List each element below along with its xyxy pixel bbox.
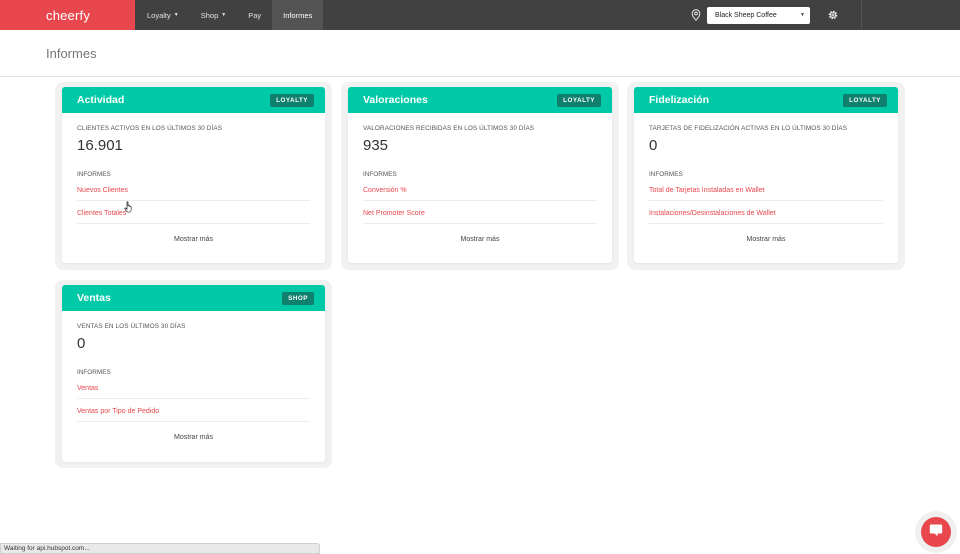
card-body: VENTAS EN LOS ÚLTIMOS 30 DÍAS 0 INFORMES…	[62, 311, 325, 441]
metric-label: TARJETAS DE FIDELIZACIÓN ACTIVAS EN LO Ú…	[649, 125, 848, 132]
metric-value: 16.901	[77, 137, 123, 154]
nav-loyalty-label: Loyalty	[147, 10, 171, 20]
hand-cursor-icon	[124, 200, 134, 213]
nav-right-group: Black Sheep Coffee ▼	[691, 0, 960, 30]
metric-value: 935	[363, 137, 389, 154]
browser-status-bar: Waiting for api.hubspot.com...	[0, 543, 320, 554]
card-badge: SHOP	[282, 291, 314, 305]
card-header: Valoraciones LOYALTY	[348, 87, 612, 113]
report-link-clientes-totales[interactable]: Clientes Totales	[77, 201, 310, 224]
reports-label: INFORMES	[363, 171, 397, 178]
reports-label: INFORMES	[649, 171, 683, 178]
top-nav: cheerfy Loyalty ▼ Shop ▼ Pay Informes Bl…	[0, 0, 960, 30]
nav-informes[interactable]: Informes	[272, 0, 324, 30]
card-header: Fidelización LOYALTY	[634, 87, 898, 113]
chevron-down-icon: ▼	[173, 12, 179, 18]
nav-shop[interactable]: Shop ▼	[190, 0, 237, 30]
card-fidelizacion-wrapper: Fidelización LOYALTY TARJETAS DE FIDELIZ…	[627, 82, 905, 270]
card-body: CLIENTES ACTIVOS EN LOS ÚLTIMOS 30 DÍAS …	[62, 113, 325, 243]
title-divider	[0, 76, 960, 77]
brand-logo[interactable]: cheerfy	[0, 0, 135, 30]
card-badge: LOYALTY	[270, 93, 314, 107]
metric-label: CLIENTES ACTIVOS EN LOS ÚLTIMOS 30 DÍAS	[77, 125, 223, 132]
report-link-conversion[interactable]: Conversión %	[363, 178, 597, 201]
report-link-ventas[interactable]: Ventas	[77, 376, 310, 399]
card-valoraciones-wrapper: Valoraciones LOYALTY VALORACIONES RECIBI…	[341, 82, 619, 270]
card-body: VALORACIONES RECIBIDAS EN LOS ÚLTIMOS 30…	[348, 113, 612, 243]
card-title: Fidelización	[649, 94, 710, 106]
nav-pay[interactable]: Pay	[237, 0, 272, 30]
card-actividad: Actividad LOYALTY CLIENTES ACTIVOS EN LO…	[62, 87, 325, 263]
card-title: Ventas	[77, 292, 111, 304]
card-header: Actividad LOYALTY	[62, 87, 325, 113]
nav-divider	[861, 0, 862, 30]
metric-label: VENTAS EN LOS ÚLTIMOS 30 DÍAS	[77, 323, 186, 330]
show-more-button[interactable]: Mostrar más	[77, 224, 310, 243]
card-ventas-wrapper: Ventas SHOP VENTAS EN LOS ÚLTIMOS 30 DÍA…	[55, 280, 332, 468]
chevron-down-icon: ▼	[800, 12, 805, 18]
card-header: Ventas SHOP	[62, 285, 325, 311]
card-badge: LOYALTY	[843, 93, 887, 107]
nav-shop-label: Shop	[200, 10, 219, 20]
card-fidelizacion: Fidelización LOYALTY TARJETAS DE FIDELIZ…	[634, 87, 898, 263]
card-body: TARJETAS DE FIDELIZACIÓN ACTIVAS EN LO Ú…	[634, 113, 898, 243]
chat-icon	[928, 522, 944, 543]
card-actividad-wrapper: Actividad LOYALTY CLIENTES ACTIVOS EN LO…	[55, 82, 332, 270]
show-more-button[interactable]: Mostrar más	[649, 224, 883, 243]
reports-label: INFORMES	[77, 171, 111, 178]
nav-informes-label: Informes	[283, 10, 313, 20]
page-title: Informes	[46, 46, 97, 61]
metric-value: 0	[649, 137, 658, 154]
metric-value: 0	[77, 335, 86, 352]
report-link-instalaciones-desinstalaciones[interactable]: Instalaciones/Desinstalaciones de Wallet	[649, 201, 883, 224]
store-select[interactable]: Black Sheep Coffee ▼	[707, 6, 810, 24]
nav-pay-label: Pay	[248, 10, 262, 20]
show-more-button[interactable]: Mostrar más	[363, 224, 597, 243]
report-link-net-promoter-score[interactable]: Net Promoter Score	[363, 201, 597, 224]
report-link-tarjetas-instaladas[interactable]: Total de Tarjetas Instaladas en Wallet	[649, 178, 883, 201]
metric-label: VALORACIONES RECIBIDAS EN LOS ÚLTIMOS 30…	[363, 125, 535, 132]
report-link-ventas-por-tipo[interactable]: Ventas por Tipo de Pedido	[77, 399, 310, 422]
chevron-down-icon: ▼	[221, 12, 227, 18]
gear-icon[interactable]	[827, 9, 839, 21]
card-ventas: Ventas SHOP VENTAS EN LOS ÚLTIMOS 30 DÍA…	[62, 285, 325, 462]
card-title: Actividad	[77, 94, 125, 106]
chat-launcher-button[interactable]	[921, 517, 951, 547]
store-select-value: Black Sheep Coffee	[715, 11, 777, 19]
show-more-button[interactable]: Mostrar más	[77, 422, 310, 441]
reports-label: INFORMES	[77, 369, 111, 376]
location-pin-icon	[691, 9, 701, 21]
card-badge: LOYALTY	[557, 93, 601, 107]
card-valoraciones: Valoraciones LOYALTY VALORACIONES RECIBI…	[348, 87, 612, 263]
card-title: Valoraciones	[363, 94, 428, 106]
report-link-nuevos-clientes[interactable]: Nuevos Clientes	[77, 178, 310, 201]
nav-loyalty[interactable]: Loyalty ▼	[135, 0, 190, 30]
